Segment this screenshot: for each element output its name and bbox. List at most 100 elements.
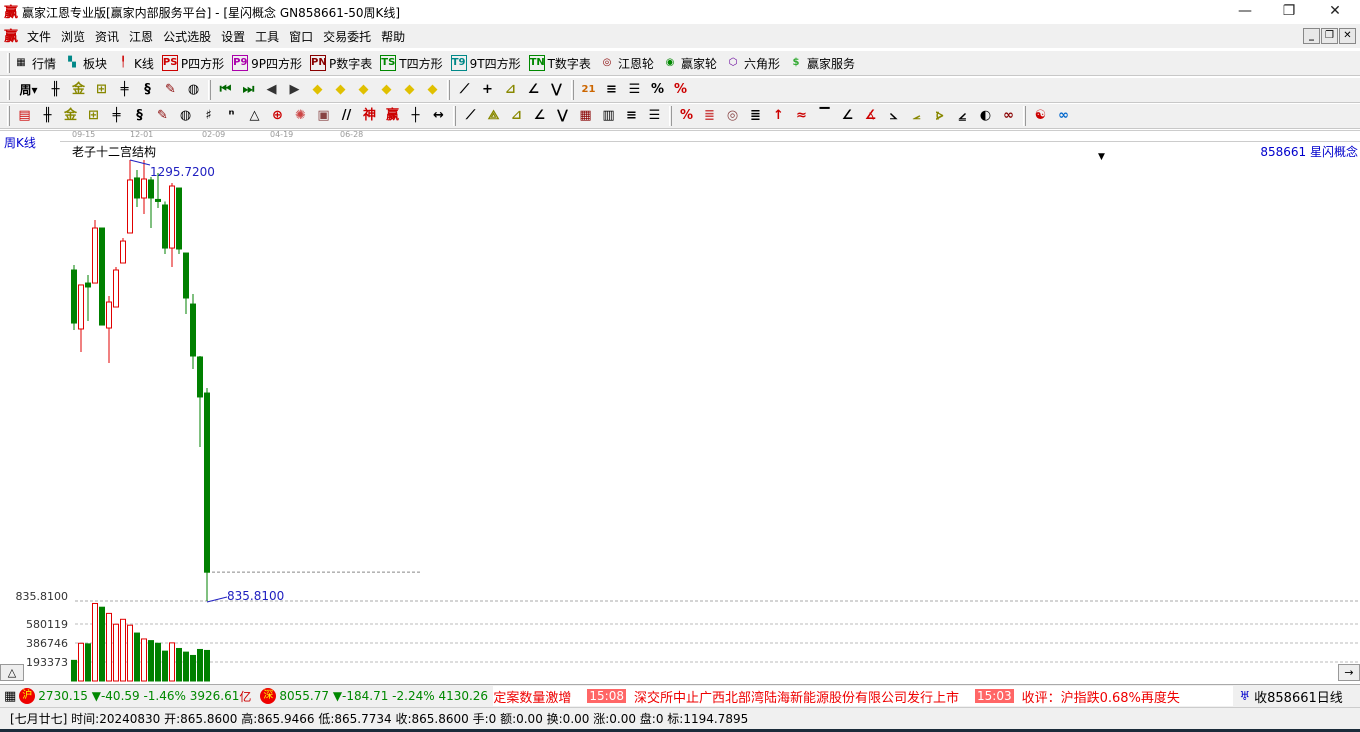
- right-arrow-icon[interactable]: ▶: [286, 81, 304, 99]
- menu-item[interactable]: 浏览: [56, 28, 90, 45]
- last-page-icon[interactable]: ⏭: [240, 81, 258, 99]
- scroll-right-button[interactable]: →: [1338, 664, 1360, 681]
- win-icon[interactable]: 赢: [384, 107, 402, 125]
- chart-9-icon[interactable]: ╪: [116, 81, 134, 99]
- restore-button[interactable]: ❐: [1266, 0, 1312, 24]
- zigzag-icon[interactable]: ▦: [577, 107, 595, 125]
- quote-table-icon[interactable]: ▦: [4, 689, 16, 704]
- toolbar-button-ts[interactable]: TS T四方形: [380, 55, 443, 72]
- menu-item[interactable]: 交易委托: [318, 28, 376, 45]
- toolbar-button-kline[interactable]: ╿ K线: [115, 55, 154, 72]
- diamond-up-icon[interactable]: ◆: [401, 81, 419, 99]
- hash2-icon[interactable]: ♯: [200, 107, 218, 125]
- period-week-dropdown[interactable]: 周▾: [16, 81, 42, 99]
- save-icon[interactable]: %: [649, 81, 667, 99]
- note-icon[interactable]: 金: [70, 81, 88, 99]
- percent-icon[interactable]: ◎: [724, 107, 742, 125]
- toolbar-button-blocks[interactable]: ▚ 板块: [64, 55, 107, 72]
- left-arrow-icon[interactable]: ◀: [263, 81, 281, 99]
- toolbar-grip[interactable]: [7, 53, 10, 73]
- four-angle-icon[interactable]: ∞: [1000, 107, 1018, 125]
- menu-item[interactable]: 设置: [216, 28, 250, 45]
- fan-icon[interactable]: ⟁: [485, 107, 503, 125]
- toolbar-button-ps[interactable]: PS P四方形: [161, 55, 224, 72]
- sigma-icon[interactable]: ✎: [162, 81, 180, 99]
- crosshair-icon[interactable]: +: [479, 81, 497, 99]
- gold-lines-icon[interactable]: ≈: [793, 107, 811, 125]
- n2-icon[interactable]: ⁿ: [223, 107, 241, 125]
- shenzhen-index-badge[interactable]: 深: [260, 688, 277, 704]
- calendar-icon[interactable]: 21: [580, 81, 598, 99]
- grid-icon[interactable]: ▥: [600, 107, 618, 125]
- shanghai-index-badge[interactable]: 沪: [19, 688, 36, 704]
- spiral-icon[interactable]: §: [131, 107, 149, 125]
- toolbar-button-pn[interactable]: PN P数字表: [310, 55, 372, 72]
- list-icon[interactable]: %: [678, 107, 696, 125]
- fan-box-icon[interactable]: ⊿: [508, 107, 526, 125]
- news-text[interactable]: 深交所中止广西北部湾陆海新能源股份有限公司发行上市: [634, 687, 959, 706]
- pct-lines-icon[interactable]: ≣: [747, 107, 765, 125]
- chart-3-icon[interactable]: ⊞: [93, 81, 111, 99]
- circle-grid-icon[interactable]: ◍: [177, 107, 195, 125]
- god-icon[interactable]: 神: [361, 107, 379, 125]
- print-icon[interactable]: %: [672, 81, 690, 99]
- news-ticker[interactable]: 定案数量激增 15:08 深交所中止广西北部湾陆海新能源股份有限公司发行上市 1…: [493, 686, 1234, 706]
- mdi-close-button[interactable]: ✕: [1339, 28, 1356, 44]
- pen-icon[interactable]: ▤: [16, 107, 34, 125]
- comb-icon[interactable]: ┼: [407, 107, 425, 125]
- date-ruler[interactable]: 09-15 12-01 02-09 04-19 06-28: [60, 130, 1360, 142]
- dropdown-arrow-icon[interactable]: ▼: [1098, 152, 1105, 162]
- toolbar-button-tn[interactable]: TN T数字表: [528, 55, 591, 72]
- close-button[interactable]: ✕: [1312, 0, 1358, 24]
- toolbar-grip[interactable]: [7, 80, 10, 100]
- box-icon[interactable]: ⟋: [462, 107, 480, 125]
- candle-dropdown[interactable]: §: [139, 81, 157, 99]
- first-page-icon[interactable]: ⏮: [217, 81, 235, 99]
- gold-wave-icon[interactable]: ∠: [839, 107, 857, 125]
- hash-icon[interactable]: ╫: [39, 107, 57, 125]
- parallel-icon[interactable]: //: [338, 107, 356, 125]
- infinity-icon[interactable]: ∞: [1055, 107, 1073, 125]
- diamond-shrink-icon[interactable]: ◆: [378, 81, 396, 99]
- toolbar-button-grid-table[interactable]: ▦ 行情: [13, 55, 56, 72]
- notebook-icon[interactable]: ☰: [626, 81, 644, 99]
- yin-yang-icon[interactable]: ☯: [1032, 107, 1050, 125]
- kline-chart-area[interactable]: [0, 130, 1360, 683]
- win-angle-icon[interactable]: ◐: [977, 107, 995, 125]
- node-icon[interactable]: ∠: [525, 81, 543, 99]
- measure-icon[interactable]: ↔: [430, 107, 448, 125]
- gold-2-icon[interactable]: ⊞: [85, 107, 103, 125]
- menu-item[interactable]: 文件: [22, 28, 56, 45]
- target-icon[interactable]: ⊕: [269, 107, 287, 125]
- menu-item[interactable]: 江恩: [124, 28, 158, 45]
- diamond-right-icon[interactable]: ◆: [332, 81, 350, 99]
- calculator-icon[interactable]: ≡: [603, 81, 621, 99]
- gold-1-icon[interactable]: 金: [62, 107, 80, 125]
- toolbar-button-dollar[interactable]: $ 赢家服务: [788, 55, 856, 72]
- triangle-icon[interactable]: △: [246, 107, 264, 125]
- angle-icon[interactable]: ⋁: [554, 107, 572, 125]
- menu-item[interactable]: 帮助: [376, 28, 410, 45]
- menu-item[interactable]: 公式选股: [158, 28, 216, 45]
- angle2-icon[interactable]: ⦣: [885, 107, 903, 125]
- toolbar-button-hexagon[interactable]: ⬡ 六角形: [725, 55, 780, 72]
- fib-icon[interactable]: ╪: [108, 107, 126, 125]
- gold-coin-icon[interactable]: ↑: [770, 107, 788, 125]
- news-text[interactable]: 收评：沪指跌0.68%再度失: [1022, 687, 1180, 706]
- f-angle-icon[interactable]: ⦟: [908, 107, 926, 125]
- lines-icon[interactable]: ☰: [646, 107, 664, 125]
- pct-slash-icon[interactable]: ≣: [701, 107, 719, 125]
- minimize-button[interactable]: —: [1222, 0, 1268, 24]
- menu-item[interactable]: 资讯: [90, 28, 124, 45]
- toolbar-button-winner-wheel[interactable]: ◉ 赢家轮: [662, 55, 717, 72]
- grid2-icon[interactable]: ≡: [623, 107, 641, 125]
- gann-icon[interactable]: ╫: [47, 81, 65, 99]
- news-text[interactable]: 定案数量激增: [493, 687, 571, 706]
- diamond-expand-icon[interactable]: ◆: [355, 81, 373, 99]
- gold-bar-icon[interactable]: ∡: [862, 107, 880, 125]
- menu-item[interactable]: 窗口: [284, 28, 318, 45]
- diamond-all-icon[interactable]: ◆: [424, 81, 442, 99]
- hand-icon[interactable]: ⟋: [456, 81, 474, 99]
- square-spiral-icon[interactable]: ▣: [315, 107, 333, 125]
- wave-icon[interactable]: ⊿: [502, 81, 520, 99]
